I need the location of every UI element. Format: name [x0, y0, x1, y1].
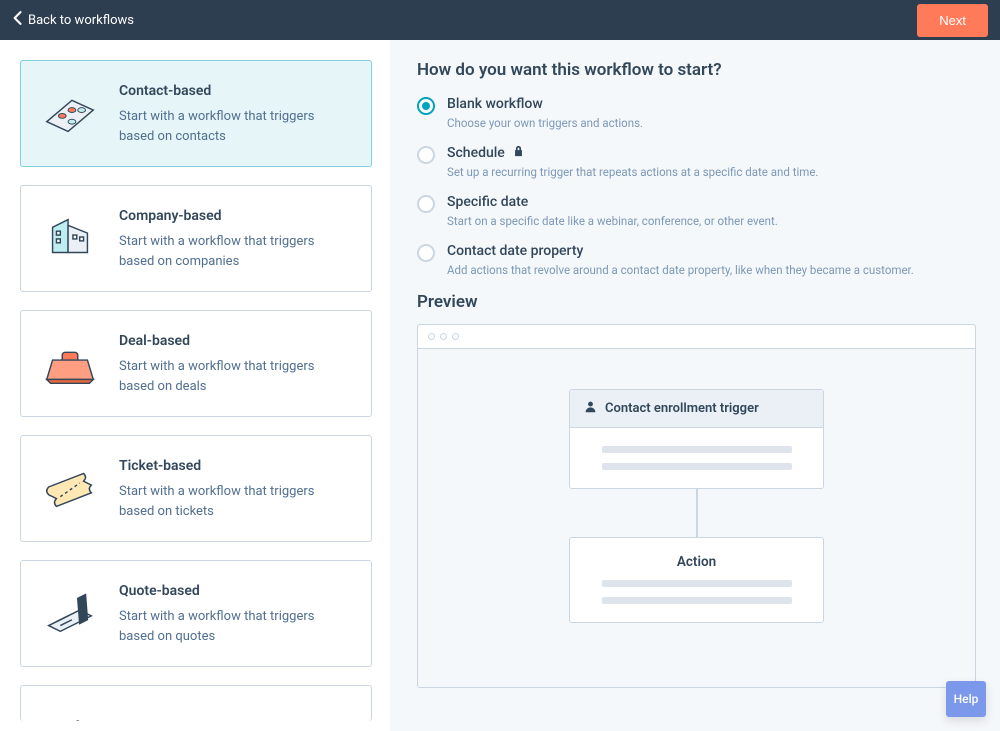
start-heading: How do you want this workflow to start? — [417, 60, 976, 80]
workflow-card-title: Contact-based — [119, 83, 351, 99]
radio-icon — [417, 146, 435, 164]
window-dot-icon — [452, 333, 459, 340]
workflow-card-title: Deal-based — [119, 333, 351, 349]
workflow-card-company[interactable]: Company-based Start with a workflow that… — [20, 185, 372, 292]
preview-trigger-label: Contact enrollment trigger — [605, 401, 759, 416]
start-option-contact-date[interactable]: Contact date property Add actions that r… — [417, 243, 976, 278]
partial-card-icon — [39, 706, 101, 721]
preview-heading: Preview — [417, 292, 976, 312]
workflow-card-desc: Start with a workflow that triggers base… — [119, 232, 351, 271]
workflow-card-quote[interactable]: Quote-based Start with a workflow that t… — [20, 560, 372, 667]
back-to-workflows-link[interactable]: Back to workflows — [12, 11, 134, 29]
radio-icon — [417, 244, 435, 262]
preview-connector — [696, 489, 698, 537]
workflow-card-ticket[interactable]: Ticket-based Start with a workflow that … — [20, 435, 372, 542]
start-option-title: Blank workflow — [447, 96, 543, 112]
preview-trigger-node: Contact enrollment trigger — [569, 389, 824, 489]
workflow-card-title: Quote-based — [119, 583, 351, 599]
start-option-blank[interactable]: Blank workflow Choose your own triggers … — [417, 96, 976, 131]
workflow-card-title: Ticket-based — [119, 458, 351, 474]
preview-box: Contact enrollment trigger Action — [417, 324, 976, 688]
help-button[interactable]: Help — [946, 681, 986, 717]
preview-action-label: Action — [570, 538, 823, 580]
right-panel: How do you want this workflow to start? … — [390, 40, 1000, 731]
next-button[interactable]: Next — [917, 4, 988, 37]
placeholder-line — [602, 463, 792, 470]
preview-canvas: Contact enrollment trigger Action — [418, 349, 975, 687]
start-option-desc: Choose your own triggers and actions. — [447, 115, 976, 131]
workflow-card-desc: Start with a workflow that triggers base… — [119, 357, 351, 396]
preview-titlebar — [418, 325, 975, 349]
workflow-type-list: Contact-based Start with a workflow that… — [0, 40, 390, 731]
radio-icon — [417, 195, 435, 213]
start-option-desc: Add actions that revolve around a contac… — [447, 262, 976, 278]
start-option-specific-date[interactable]: Specific date Start on a specific date l… — [417, 194, 976, 229]
start-option-title: Schedule — [447, 145, 505, 161]
ticket-card-icon — [39, 456, 101, 518]
main-layout: Contact-based Start with a workflow that… — [0, 40, 1000, 731]
placeholder-line — [602, 446, 792, 453]
workflow-card-desc: Start with a workflow that triggers base… — [119, 107, 351, 146]
radio-icon — [417, 97, 435, 115]
chevron-left-icon — [12, 11, 22, 29]
start-option-title: Contact date property — [447, 243, 583, 259]
workflow-card-desc: Start with a workflow that triggers base… — [119, 607, 351, 646]
placeholder-line — [602, 580, 792, 587]
workflow-card-deal[interactable]: Deal-based Start with a workflow that tr… — [20, 310, 372, 417]
workflow-card-title: Company-based — [119, 208, 351, 224]
start-option-schedule[interactable]: Schedule Set up a recurring trigger that… — [417, 145, 976, 180]
workflow-card-contact[interactable]: Contact-based Start with a workflow that… — [20, 60, 372, 167]
window-dot-icon — [440, 333, 447, 340]
person-icon — [584, 400, 597, 417]
back-label: Back to workflows — [28, 13, 134, 28]
start-option-title: Specific date — [447, 194, 528, 210]
start-option-desc: Set up a recurring trigger that repeats … — [447, 164, 976, 180]
workflow-card-desc: Start with a workflow that triggers base… — [119, 482, 351, 521]
company-card-icon — [39, 206, 101, 268]
preview-action-node: Action — [569, 537, 824, 623]
topbar: Back to workflows Next — [0, 0, 1000, 40]
workflow-card-partial[interactable] — [20, 685, 372, 721]
placeholder-line — [602, 597, 792, 604]
lock-icon — [513, 145, 524, 161]
deal-card-icon — [39, 331, 101, 393]
window-dot-icon — [428, 333, 435, 340]
quote-card-icon — [39, 581, 101, 643]
contact-card-icon — [39, 81, 101, 143]
start-option-desc: Start on a specific date like a webinar,… — [447, 213, 976, 229]
